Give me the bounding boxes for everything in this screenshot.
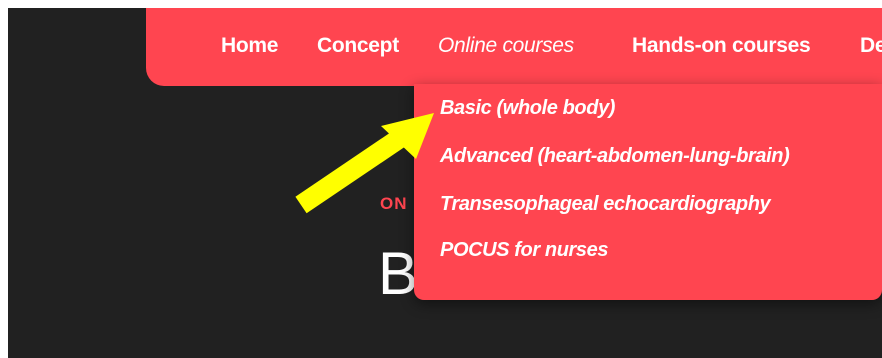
annotation-arrow-icon — [295, 113, 434, 214]
arrow-shaft — [295, 125, 412, 214]
